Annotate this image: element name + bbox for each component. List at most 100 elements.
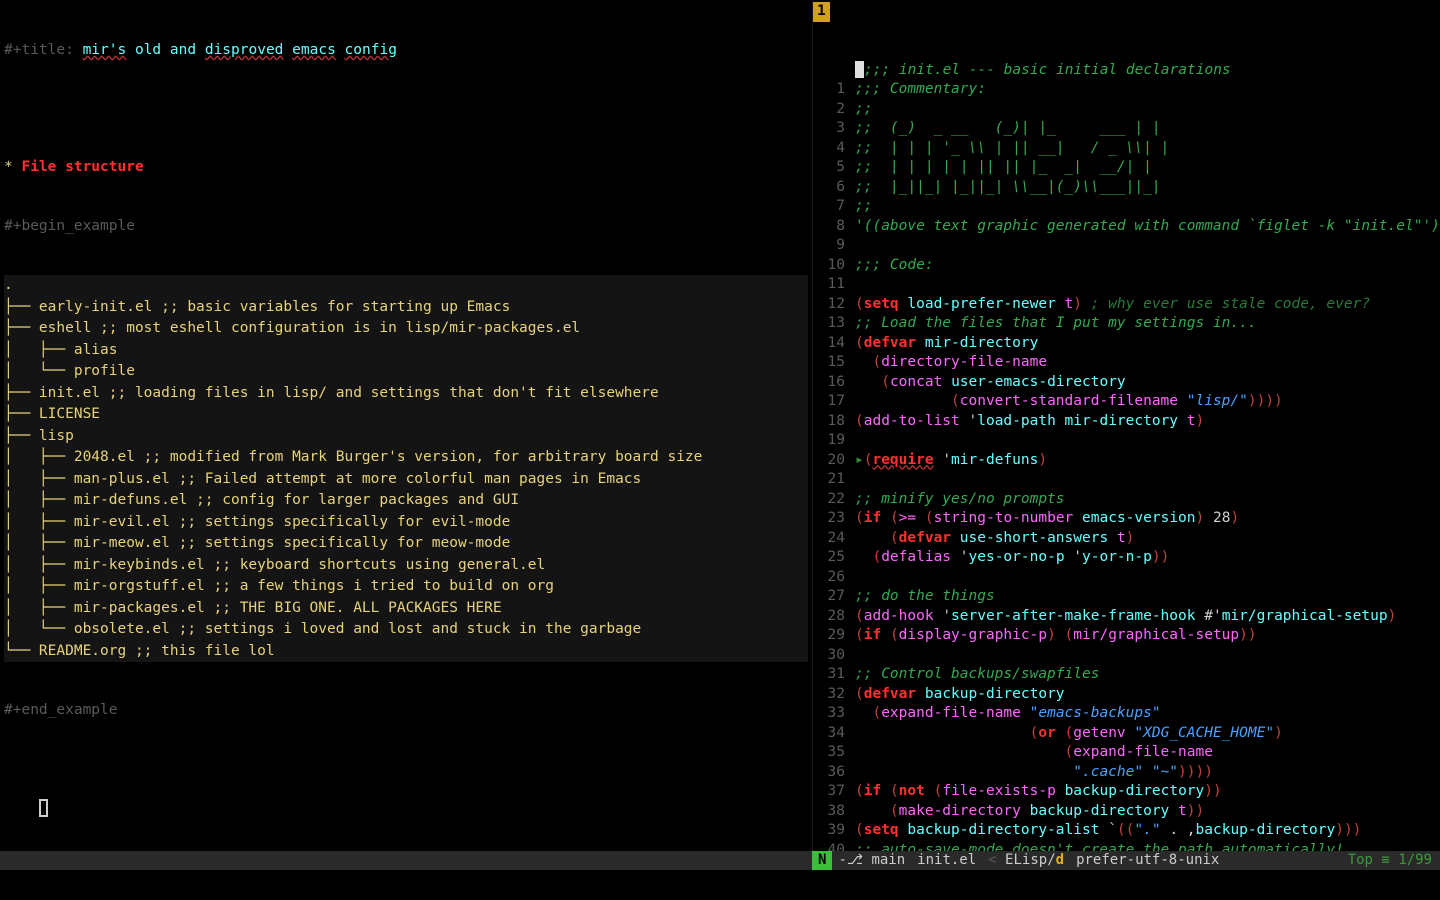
code-text: (make-directory backup-directory t)): [855, 802, 1436, 822]
line-number: 39: [813, 821, 855, 841]
code-text: ;;; init.el --- basic initial declaratio…: [855, 61, 1436, 81]
code-line: 8'((above text graphic generated with co…: [813, 217, 1436, 237]
tree-line: │ └── obsolete.el ;; settings i loved an…: [4, 619, 808, 641]
org-title-line: #+title: mir's old and disproved emacs c…: [4, 41, 808, 61]
code-text: (setq load-prefer-newer t) ; why ever us…: [855, 295, 1436, 315]
line-number: 34: [813, 724, 855, 744]
line-number: 9: [813, 236, 855, 256]
line-number: 23: [813, 509, 855, 529]
echo-area: [0, 870, 1440, 900]
code-line: 3;; (_) _ __ (_)| |_ ___ | |: [813, 119, 1436, 139]
code-line: 9: [813, 236, 1436, 256]
encoding: prefer-utf-8-unix: [1070, 851, 1225, 871]
code-text: (if (display-graphic-p) (mir/graphical-s…: [855, 626, 1436, 646]
code-line: 22;; minify yes/no prompts: [813, 490, 1436, 510]
code-text: (convert-standard-filename "lisp/")))): [855, 392, 1436, 412]
tree-line: │ ├── man-plus.el ;; Failed attempt at m…: [4, 469, 808, 491]
line-number: 6: [813, 178, 855, 198]
code-line: 18(add-to-list 'load-path mir-directory …: [813, 412, 1436, 432]
tree-line: .: [4, 275, 808, 297]
code-line: 14(defvar mir-directory: [813, 334, 1436, 354]
title-keyword: #+title:: [4, 42, 83, 58]
code-text: ;;; Commentary:: [855, 80, 1436, 100]
code-text: ;; Control backups/swapfiles: [855, 665, 1436, 685]
code-line: 16 (concat user-emacs-directory: [813, 373, 1436, 393]
code-text: (expand-file-name: [855, 743, 1436, 763]
line-number: 2: [813, 100, 855, 120]
line-number: 22: [813, 490, 855, 510]
code-line: 34 (or (getenv "XDG_CACHE_HOME"): [813, 724, 1436, 744]
org-buffer[interactable]: #+title: mir's old and disproved emacs c…: [0, 0, 812, 851]
elisp-buffer[interactable]: 1 ;;; init.el --- basic initial declarat…: [812, 0, 1440, 851]
line-number: 21: [813, 470, 855, 490]
code-text: ;; | | | '_ \\ | || __| / _ \\| |: [855, 139, 1436, 159]
evil-state-indicator: N: [812, 851, 832, 871]
line-number: 1: [813, 80, 855, 100]
modeline-right: N main init.el < ELisp/d prefer-utf-8-un…: [812, 851, 1440, 870]
tree-line: ├── init.el ;; loading files in lisp/ an…: [4, 383, 808, 405]
code-line: 31;; Control backups/swapfiles: [813, 665, 1436, 685]
current-line-badge: 1: [813, 2, 830, 22]
line-number: 8: [813, 217, 855, 237]
code-line: 13;; Load the files that I put my settin…: [813, 314, 1436, 334]
code-text: [855, 431, 1436, 451]
line-number: 11: [813, 275, 855, 295]
line-number: 37: [813, 782, 855, 802]
tree-line: ├── lisp: [4, 426, 808, 448]
line-number: 18: [813, 412, 855, 432]
org-heading: * File structure: [4, 158, 808, 178]
code-line: 17 (convert-standard-filename "lisp/")))…: [813, 392, 1436, 412]
code-line: 11: [813, 275, 1436, 295]
code-line: 29(if (display-graphic-p) (mir/graphical…: [813, 626, 1436, 646]
title-word: emacs: [292, 42, 336, 58]
tree-line: │ └── profile: [4, 361, 808, 383]
line-number: 40: [813, 841, 855, 852]
code-line: 19: [813, 431, 1436, 451]
code-line: 30: [813, 646, 1436, 666]
code-text: '((above text graphic generated with com…: [855, 217, 1440, 237]
tree-line: └── README.org ;; this file lol: [4, 641, 808, 663]
tree-line: │ ├── mir-defuns.el ;; config for larger…: [4, 490, 808, 512]
tree-line: │ ├── mir-evil.el ;; settings specifical…: [4, 512, 808, 534]
line-number: 32: [813, 685, 855, 705]
code-text: ;;: [855, 100, 1436, 120]
code-line: 26: [813, 568, 1436, 588]
code-text: (defvar backup-directory: [855, 685, 1436, 705]
line-number: 5: [813, 158, 855, 178]
code-line: 28(add-hook 'server-after-make-frame-hoo…: [813, 607, 1436, 627]
code-text: (expand-file-name "emacs-backups": [855, 704, 1436, 724]
code-line: 4;; | | | '_ \\ | || __| / _ \\| |: [813, 139, 1436, 159]
line-number: [813, 61, 855, 81]
begin-example: #+begin_example: [4, 217, 808, 237]
code-text: (defvar mir-directory: [855, 334, 1436, 354]
line-number: 26: [813, 568, 855, 588]
tree-line: │ ├── mir-orgstuff.el ;; a few things i …: [4, 576, 808, 598]
title-word: mir's: [83, 42, 127, 58]
code-text: ;; auto-save-mode doesn't create the pat…: [855, 841, 1436, 852]
vc-branch: main: [832, 851, 911, 871]
code-line: 32(defvar backup-directory: [813, 685, 1436, 705]
code-line: 37(if (not (file-exists-p backup-directo…: [813, 782, 1436, 802]
code-line: 36 ".cache" "~")))): [813, 763, 1436, 783]
tree-line: ├── LICENSE: [4, 404, 808, 426]
code-text: (if (>= (string-to-number emacs-version)…: [855, 509, 1436, 529]
code-line: 40;; auto-save-mode doesn't create the p…: [813, 841, 1436, 852]
line-number: 30: [813, 646, 855, 666]
code-line: 35 (expand-file-name: [813, 743, 1436, 763]
code-text: [855, 646, 1436, 666]
code-text: ;; |_||_| |_||_| \\__|(_)\\___||_|: [855, 178, 1436, 198]
title-word: disproved: [205, 42, 284, 58]
line-number: 25: [813, 548, 855, 568]
line-number: 27: [813, 587, 855, 607]
line-number: 35: [813, 743, 855, 763]
code-line: 6;; |_||_| |_||_| \\__|(_)\\___||_|: [813, 178, 1436, 198]
code-text: (defalias 'yes-or-no-p 'y-or-n-p)): [855, 548, 1436, 568]
code-line: 33 (expand-file-name "emacs-backups": [813, 704, 1436, 724]
end-example: #+end_example: [4, 701, 808, 721]
code-line: 2;;: [813, 100, 1436, 120]
code-line: 39(setq backup-directory-alist `(("." . …: [813, 821, 1436, 841]
line-number: 16: [813, 373, 855, 393]
code-text: (concat user-emacs-directory: [855, 373, 1436, 393]
code-text: (directory-file-name: [855, 353, 1436, 373]
code-text: (defvar use-short-answers t): [855, 529, 1436, 549]
